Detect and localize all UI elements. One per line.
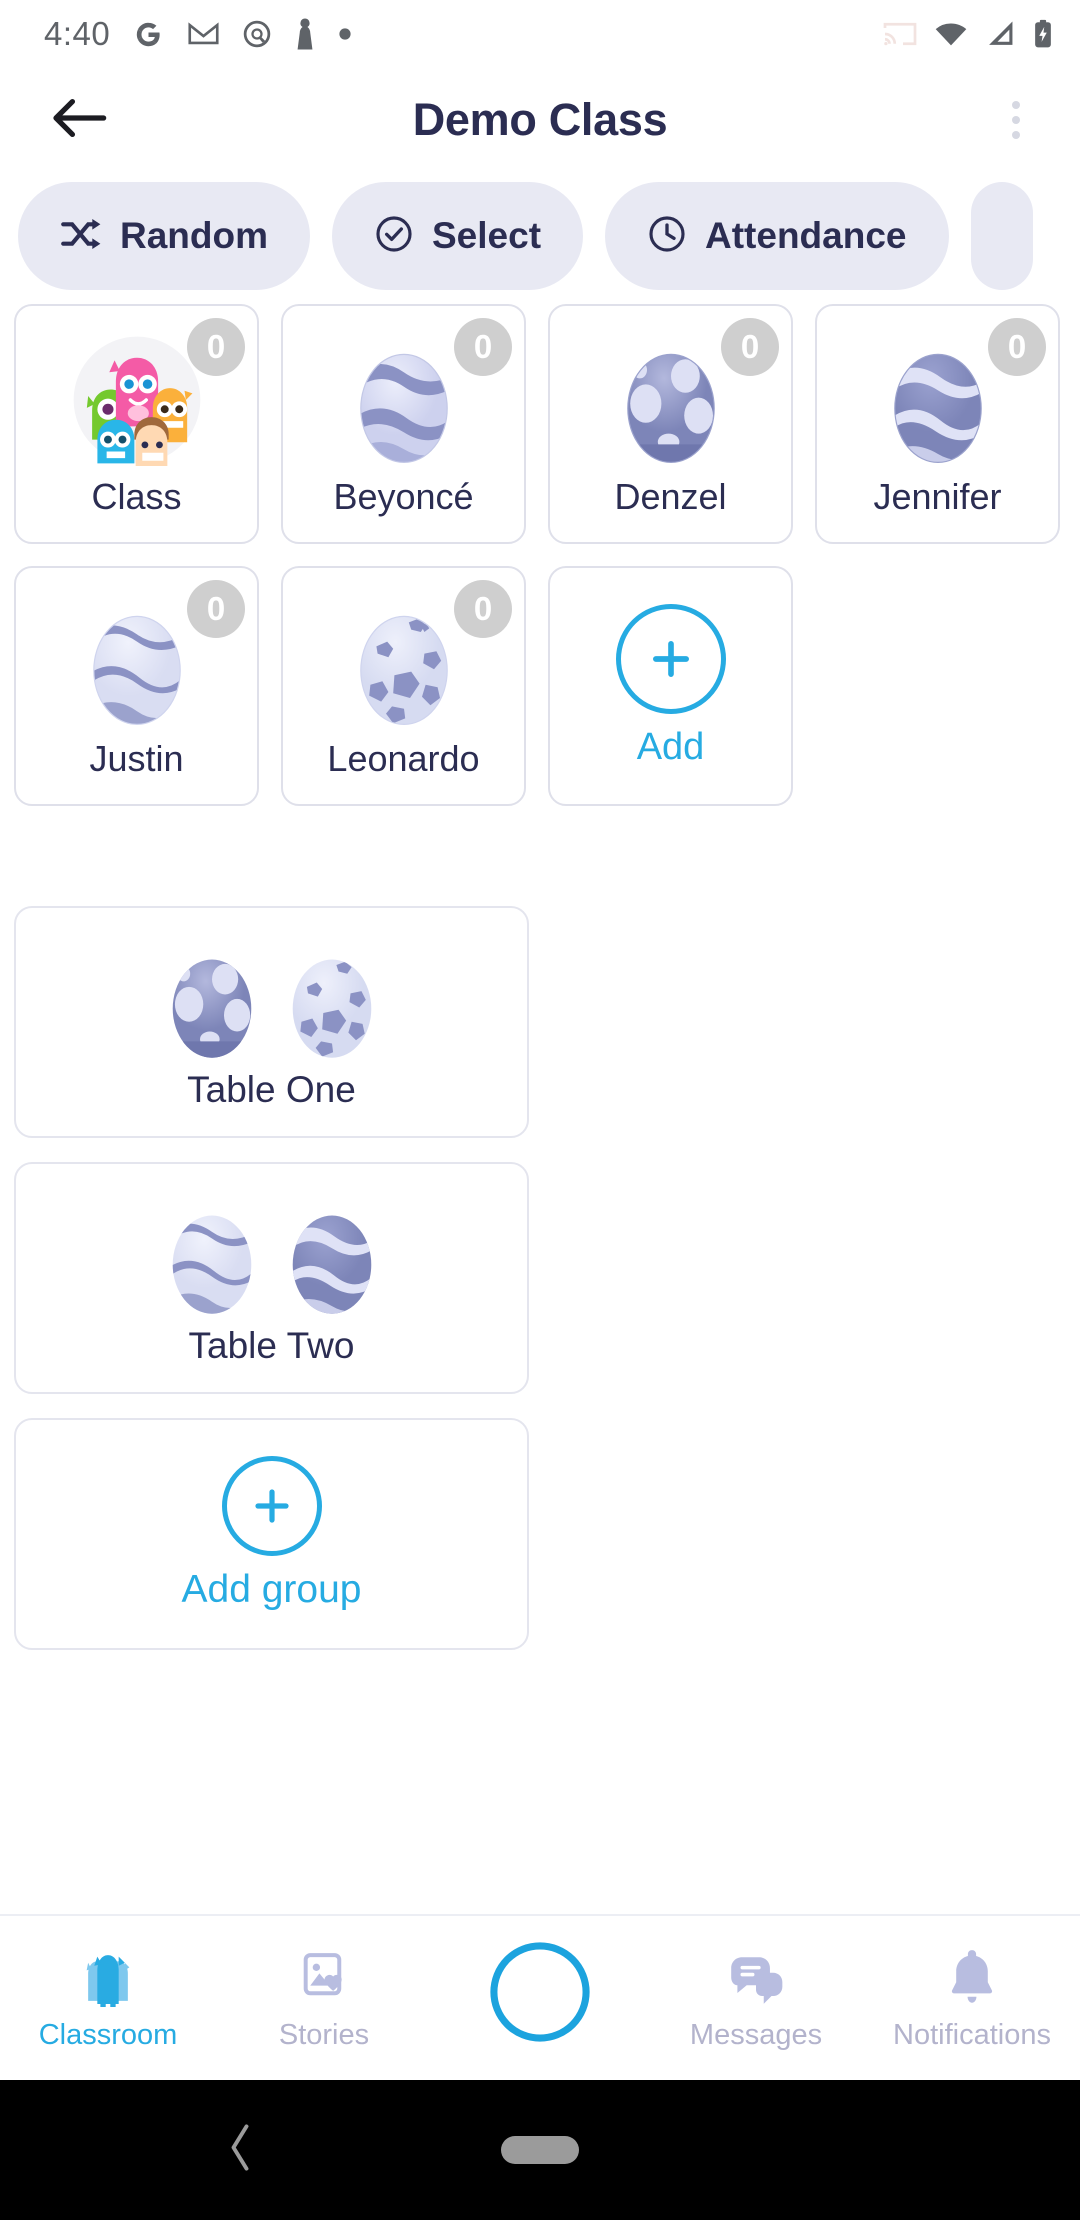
student-name: Leonardo	[327, 738, 480, 779]
group-avatars	[156, 933, 388, 1061]
camera-shutter-icon	[488, 1940, 592, 2044]
student-card-class[interactable]: Class 0	[14, 304, 259, 544]
egg-wave-dark-avatar	[276, 1197, 388, 1317]
add-student-label: Add	[636, 725, 705, 768]
cast-icon	[882, 20, 918, 48]
messages-bubbles-icon	[725, 1945, 787, 2007]
overflow-menu-button[interactable]	[986, 87, 1046, 153]
student-card-jennifer[interactable]: Jennifer 0	[815, 304, 1060, 544]
status-bar: 4:40	[0, 0, 1080, 68]
egg-spotted-dark-avatar	[156, 941, 268, 1061]
nav-label: Notifications	[893, 2018, 1051, 2051]
student-card-denzel[interactable]: Denzel 0	[548, 304, 793, 544]
student-points-badge: 0	[454, 580, 512, 638]
system-back-icon[interactable]	[225, 2122, 255, 2179]
student-points-badge: 0	[454, 318, 512, 376]
status-bar-notification-icons	[132, 17, 352, 51]
android-navigation-bar	[0, 2080, 1080, 2220]
egg-wave-pale-avatar	[71, 596, 203, 728]
egg-wave-dark-avatar	[872, 334, 1004, 466]
status-bar-clock: 4:40	[44, 15, 111, 52]
battery-charging-icon	[1032, 18, 1054, 50]
bottom-navigation: Classroom Stories Messages Notifications	[0, 1914, 1080, 2080]
back-button[interactable]	[46, 87, 112, 153]
add-group-label: Add group	[181, 1568, 362, 1611]
toolbar-overflow-pill[interactable]	[970, 182, 1033, 290]
status-bar-system-icons	[882, 18, 1054, 50]
kebab-menu-icon	[1012, 101, 1020, 109]
shuffle-icon	[60, 217, 102, 256]
student-grid: Class 0 Beyoncé 0 Denzel 0 Jennifer 0 Ju…	[0, 300, 1080, 806]
egg-rock-pale-avatar	[276, 941, 388, 1061]
add-student-card[interactable]: Add	[548, 566, 793, 806]
group-avatars	[156, 1189, 388, 1317]
random-button[interactable]: Random	[18, 182, 310, 290]
student-card-beyonce[interactable]: Beyoncé 0	[281, 304, 526, 544]
back-arrow-icon	[51, 95, 107, 146]
egg-wave-pale-avatar	[156, 1197, 268, 1317]
nav-item-messages[interactable]: Messages	[648, 1916, 864, 2080]
class-action-toolbar[interactable]: Random Select Attendance	[0, 172, 1080, 300]
add-group-card[interactable]: Add group	[14, 1418, 529, 1650]
group-card-table-two[interactable]: Table Two	[14, 1162, 529, 1394]
bell-icon	[944, 1945, 1000, 2007]
attendance-button-label: Attendance	[705, 215, 907, 256]
app-screen: 4:40 Demo Class Random Select Attendance…	[0, 0, 1080, 2220]
group-name: Table Two	[188, 1325, 355, 1366]
student-points-badge: 0	[988, 318, 1046, 376]
system-home-pill-icon[interactable]	[501, 2136, 579, 2164]
random-button-label: Random	[120, 215, 268, 256]
select-button[interactable]: Select	[332, 182, 584, 290]
class-monsters-avatar	[71, 334, 203, 466]
student-name: Denzel	[614, 476, 727, 517]
egg-wave-light-avatar	[338, 334, 470, 466]
classroom-monsters-icon	[77, 1945, 139, 2007]
cellular-signal-icon	[984, 20, 1016, 48]
student-points-badge: 0	[187, 318, 245, 376]
attendance-button[interactable]: Attendance	[605, 182, 949, 290]
nav-label: Stories	[278, 2018, 370, 2051]
egg-spotted-dark-avatar	[605, 334, 737, 466]
nav-label: Messages	[689, 2018, 823, 2051]
student-points-badge: 0	[721, 318, 779, 376]
select-button-label: Select	[432, 215, 542, 256]
page-title: Demo Class	[412, 94, 668, 145]
egg-rock-pale-avatar	[338, 596, 470, 728]
student-card-justin[interactable]: Justin 0	[14, 566, 259, 806]
nav-item-classroom[interactable]: Classroom	[0, 1916, 216, 2080]
check-circle-icon	[374, 214, 414, 259]
nav-label: Classroom	[38, 2018, 178, 2051]
student-name: Beyoncé	[333, 476, 474, 517]
group-card-table-one[interactable]: Table One	[14, 906, 529, 1138]
plus-circle-icon	[221, 1456, 322, 1556]
app-header: Demo Class	[0, 68, 1080, 172]
wifi-icon	[934, 20, 968, 48]
nav-item-camera[interactable]	[432, 1916, 648, 2080]
chat-icon	[242, 19, 272, 49]
google-icon	[132, 18, 165, 51]
student-name: Jennifer	[873, 476, 1002, 517]
group-name: Table One	[187, 1069, 356, 1110]
student-points-badge: 0	[187, 580, 245, 638]
stories-photo-heart-icon	[295, 1945, 353, 2007]
dot-icon	[338, 27, 352, 41]
student-name: Justin	[89, 738, 184, 779]
chess-pawn-icon	[294, 17, 316, 51]
clock-icon	[647, 214, 687, 259]
student-card-leonardo[interactable]: Leonardo 0	[281, 566, 526, 806]
nav-item-notifications[interactable]: Notifications	[864, 1916, 1080, 2080]
group-grid: Table One Table Two Add group	[0, 806, 1080, 1650]
nav-item-stories[interactable]: Stories	[216, 1916, 432, 2080]
plus-circle-icon	[615, 603, 726, 714]
gmail-icon	[187, 21, 220, 47]
student-name: Class	[91, 476, 182, 517]
